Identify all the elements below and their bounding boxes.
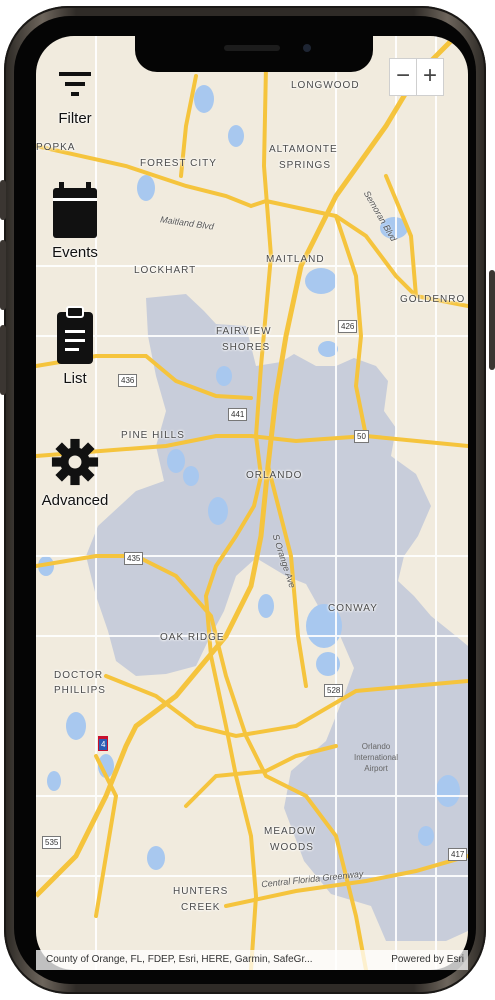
place-fairview: FAIRVIEW xyxy=(216,326,272,337)
place-conway: CONWAY xyxy=(328,603,378,614)
filter-icon xyxy=(59,72,91,96)
place-pine-hills: PINE HILLS xyxy=(121,430,185,441)
route-shield: 426 xyxy=(338,320,358,333)
airport-label: Orlando International Airport xyxy=(354,741,398,774)
events-button[interactable]: Events xyxy=(36,180,120,261)
place-altamonte: ALTAMONTE xyxy=(269,144,338,155)
list-label: List xyxy=(63,370,87,387)
interstate-shield: 4 xyxy=(98,736,109,751)
phone-volume-down xyxy=(0,325,6,395)
events-label: Events xyxy=(52,244,98,261)
map-screen[interactable]: LONGWOOD POPKA FOREST CITY ALTAMONTE SPR… xyxy=(36,36,468,970)
place-forest-city: FOREST CITY xyxy=(140,158,217,169)
place-meadow: MEADOW xyxy=(264,826,317,837)
route-shield: 436 xyxy=(118,374,138,387)
place-goldenrod: GOLDENRO xyxy=(400,294,466,305)
place-woods: WOODS xyxy=(270,842,314,853)
route-shield: 535 xyxy=(42,836,62,849)
filter-button[interactable]: Filter xyxy=(36,66,120,127)
place-apopka: POPKA xyxy=(36,142,76,153)
attribution-powered-by[interactable]: Powered by Esri xyxy=(391,950,464,970)
zoom-out-button[interactable]: − xyxy=(390,59,416,95)
front-camera xyxy=(303,44,311,52)
speaker-grille xyxy=(224,45,280,51)
phone-mute-switch xyxy=(0,180,6,220)
airport-line-3: Airport xyxy=(364,764,388,773)
advanced-button[interactable]: Advanced xyxy=(36,436,120,509)
filter-label: Filter xyxy=(58,110,92,127)
airport-line-2: International xyxy=(354,753,399,762)
place-orlando: ORLANDO xyxy=(246,470,303,481)
place-maitland: MAITLAND xyxy=(266,254,325,265)
place-shores: SHORES xyxy=(222,342,271,353)
route-shield: 417 xyxy=(448,848,468,861)
route-shield: 441 xyxy=(228,408,248,421)
phone-power-button xyxy=(489,270,495,370)
airport-line-1: Orlando xyxy=(361,742,391,751)
place-oak-ridge: OAK RIDGE xyxy=(160,632,225,643)
gear-icon xyxy=(51,438,99,486)
route-shield: 528 xyxy=(324,684,344,697)
zoom-in-button[interactable]: + xyxy=(416,59,443,95)
place-longwood: LONGWOOD xyxy=(291,80,360,91)
place-doctor: DOCTOR xyxy=(54,670,104,681)
clipboard-icon xyxy=(57,306,93,364)
place-creek: CREEK xyxy=(181,902,221,913)
phone-volume-up xyxy=(0,240,6,310)
place-lockhart: LOCKHART xyxy=(134,265,197,276)
place-hunters: HUNTERS xyxy=(173,886,229,897)
map-attribution: County of Orange, FL, FDEP, Esri, HERE, … xyxy=(36,950,468,970)
route-shield: 435 xyxy=(124,552,144,565)
place-phillips: PHILLIPS xyxy=(54,685,106,696)
place-springs: SPRINGS xyxy=(279,160,332,171)
attribution-sources: County of Orange, FL, FDEP, Esri, HERE, … xyxy=(46,954,313,965)
calendar-icon xyxy=(53,182,97,238)
zoom-control: − + xyxy=(389,58,444,96)
phone-notch xyxy=(135,36,373,72)
list-button[interactable]: List xyxy=(36,306,120,387)
route-shield: 50 xyxy=(354,430,369,443)
advanced-label: Advanced xyxy=(41,492,109,509)
